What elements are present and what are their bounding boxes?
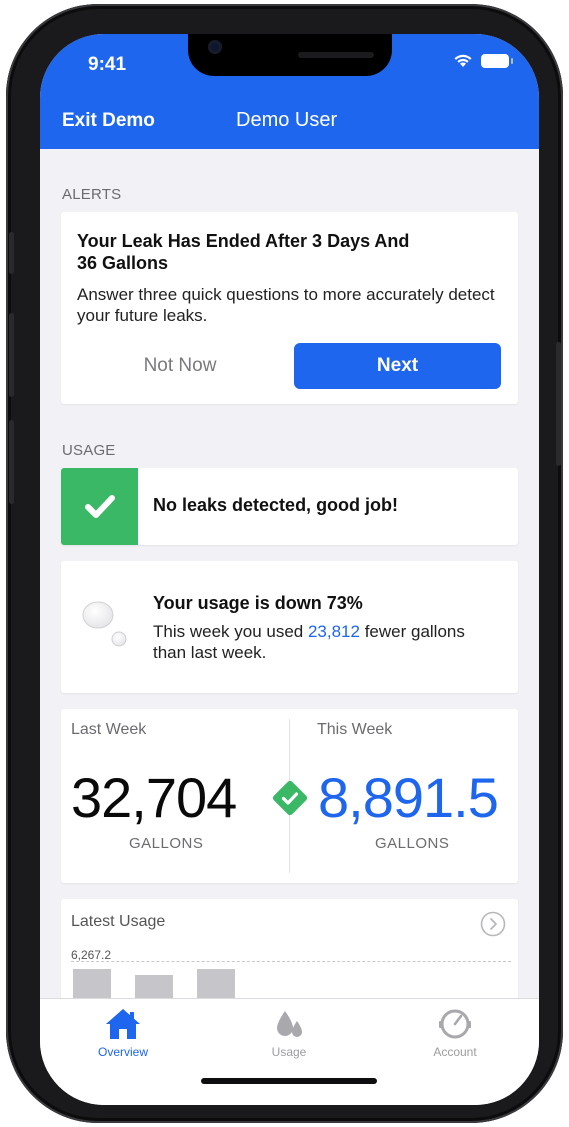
- this-week-value: 8,891.5: [318, 766, 499, 829]
- wifi-icon: [454, 54, 472, 67]
- tab-account[interactable]: Account: [372, 999, 538, 1071]
- week-comparison-card: Last Week This Week 32,704 8,891.5 GALLO…: [61, 709, 518, 883]
- this-week-unit: GALLONS: [375, 835, 450, 852]
- no-leaks-card: No leaks detected, good job!: [61, 468, 518, 545]
- phone-side-button: [9, 232, 14, 274]
- latest-usage-title: Latest Usage: [71, 913, 166, 930]
- usage-summary-card: Your usage is down 73% This week you use…: [61, 561, 518, 693]
- tab-overview[interactable]: Overview: [40, 999, 206, 1071]
- page-title: Demo User: [236, 109, 338, 131]
- alert-title: Your Leak Has Ended After 3 Days And 36 …: [77, 230, 477, 274]
- front-camera: [208, 40, 222, 54]
- tab-usage[interactable]: Usage: [206, 999, 372, 1071]
- usage-summary-prefix: This week you used: [153, 622, 308, 641]
- alert-title-line-2: 36 Gallons: [77, 253, 169, 273]
- chart-max-label: 6,267.2: [71, 948, 112, 962]
- alert-description: Answer three quick questions to more acc…: [77, 285, 495, 325]
- app-screen: 9:41 Exit Demo Demo User ALERTS Your Lea…: [40, 34, 539, 1105]
- phone-power-button: [556, 342, 561, 466]
- last-week-unit: GALLONS: [129, 835, 204, 852]
- water-drops-icon: [277, 1011, 302, 1037]
- usage-section-label: USAGE: [62, 442, 116, 459]
- battery-icon: [481, 54, 513, 68]
- chart-max-line: [71, 961, 511, 962]
- alerts-section-label: ALERTS: [62, 186, 122, 203]
- last-week-value: 32,704: [71, 766, 237, 829]
- last-week-label: Last Week: [71, 721, 147, 738]
- no-leaks-text: No leaks detected, good job!: [153, 495, 399, 515]
- status-icons: [453, 54, 513, 68]
- check-diamond-icon: [272, 780, 308, 816]
- home-icon: [106, 1009, 140, 1039]
- success-badge: [61, 468, 138, 545]
- phone-volume-down-button: [9, 420, 14, 504]
- usage-savings-amount: 23,812: [307, 622, 360, 641]
- home-indicator: [201, 1078, 377, 1084]
- next-button[interactable]: Next: [294, 343, 501, 389]
- usage-summary-text: This week you used 23,812 fewer gallons …: [153, 621, 493, 663]
- usage-summary-title: Your usage is down 73%: [153, 593, 363, 613]
- status-time: 9:41: [88, 54, 127, 75]
- water-drops-icon: [82, 601, 127, 647]
- exit-demo-button[interactable]: Exit Demo: [62, 110, 155, 132]
- earpiece-speaker: [298, 52, 374, 58]
- tab-account-label: Account: [433, 1045, 477, 1059]
- alert-card: Your Leak Has Ended After 3 Days And 36 …: [61, 212, 518, 404]
- tab-overview-label: Overview: [97, 1045, 148, 1059]
- not-now-button[interactable]: Not Now: [77, 344, 283, 388]
- checkmark-icon: [85, 495, 115, 518]
- tab-bar: Overview Usage Account: [40, 998, 539, 1105]
- phone-volume-up-button: [9, 313, 14, 397]
- alert-title-line-1: Your Leak Has Ended After 3 Days And: [77, 231, 410, 251]
- this-week-label: This Week: [317, 721, 393, 738]
- chevron-right-icon[interactable]: [480, 911, 506, 937]
- tab-usage-label: Usage: [271, 1045, 307, 1059]
- gauge-icon: [439, 1009, 471, 1039]
